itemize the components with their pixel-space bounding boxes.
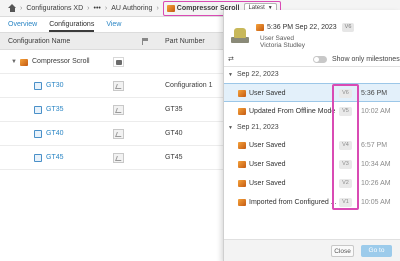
date-group-label: Sep 22, 2023 — [236, 71, 279, 78]
column-header-configuration-name[interactable]: Configuration Name — [8, 33, 70, 51]
part-number: Configuration 1 — [165, 82, 213, 89]
assembly-icon — [238, 199, 246, 206]
chevron-down-icon: ▼ — [228, 72, 233, 78]
close-button[interactable]: Close — [331, 245, 354, 257]
assembly-icon — [256, 24, 264, 31]
version-badge: V6 — [341, 23, 355, 32]
sort-icon[interactable] — [228, 55, 235, 63]
tab-view[interactable]: View — [106, 17, 121, 32]
version-time: 10:26 AM — [361, 180, 391, 187]
model-thumbnail — [113, 57, 124, 67]
breadcrumb-separator-icon: › — [20, 4, 23, 12]
breadcrumb-separator-icon: › — [156, 4, 159, 12]
part-icon — [34, 106, 42, 114]
version-row[interactable]: User Saved V4 6:57 PM — [224, 136, 400, 155]
version-label: User Saved — [249, 142, 286, 149]
milestones-toggle[interactable] — [313, 56, 327, 63]
version-time: 10:34 AM — [361, 161, 391, 168]
version-label: User Saved — [249, 161, 286, 168]
part-number: GT45 — [165, 154, 183, 161]
version-row[interactable]: User Saved V3 10:34 AM — [224, 155, 400, 174]
part-icon — [34, 82, 42, 90]
configuration-name: Compressor Scroll — [32, 58, 90, 65]
date-group-label: Sep 21, 2023 — [236, 124, 279, 131]
part-icon — [34, 154, 42, 162]
chevron-down-icon: ▼ — [228, 125, 233, 131]
panel-save-type: User Saved — [260, 35, 294, 42]
go-to-button[interactable]: Go to — [361, 245, 392, 257]
version-time: 5:36 PM — [361, 90, 388, 97]
assembly-icon — [238, 142, 246, 149]
version-time: 6:57 PM — [361, 142, 388, 149]
image-placeholder-icon — [113, 153, 124, 163]
chevron-down-icon[interactable]: ▼ — [11, 50, 17, 74]
tab-overview[interactable]: Overview — [8, 17, 37, 32]
part-number: GT35 — [165, 106, 183, 113]
panel-header: 5:36 PM Sep 22, 2023 V6 User Saved Victo… — [224, 10, 400, 49]
assembly-icon — [238, 161, 246, 168]
configuration-name-link[interactable]: GT40 — [46, 122, 64, 146]
assembly-icon — [166, 4, 175, 12]
version-time: 10:05 AM — [361, 199, 391, 206]
panel-title-text: 5:36 PM Sep 22, 2023 — [267, 24, 337, 31]
breadcrumb-item-au-authoring[interactable]: AU Authoring — [111, 5, 152, 12]
assembly-icon — [20, 59, 28, 66]
part-number: GT40 — [165, 130, 183, 137]
image-placeholder-icon — [113, 105, 124, 115]
version-label: User Saved — [249, 90, 286, 97]
date-group-header[interactable]: ▼ Sep 22, 2023 — [224, 68, 400, 82]
panel-subtitle: User Saved Victoria Studley — [260, 35, 305, 49]
assembly-icon — [238, 90, 246, 97]
configuration-name-link[interactable]: GT30 — [46, 74, 64, 98]
tab-configurations[interactable]: Configurations — [49, 17, 95, 32]
breadcrumb-more[interactable]: ••• — [94, 5, 101, 12]
version-row[interactable]: Imported from Configured ... V1 10:05 AM — [224, 193, 400, 212]
panel-author: Victoria Studley — [260, 42, 306, 49]
version-label: User Saved — [249, 180, 286, 187]
version-history-panel: 5:36 PM Sep 22, 2023 V6 User Saved Victo… — [223, 10, 400, 261]
version-row[interactable]: Updated From Offline Mode V5 10:02 AM — [224, 102, 400, 121]
home-icon[interactable] — [8, 4, 16, 12]
breadcrumb-separator-icon: › — [87, 4, 90, 12]
image-placeholder-icon — [113, 129, 124, 139]
version-label: Imported from Configured ... — [249, 199, 337, 206]
configuration-name-link[interactable]: GT35 — [46, 98, 64, 122]
assembly-icon — [238, 180, 246, 187]
model-thumbnail — [229, 26, 250, 45]
version-label: Updated From Offline Mode — [249, 108, 336, 115]
panel-title: 5:36 PM Sep 22, 2023 V6 — [256, 23, 355, 32]
configuration-name-link[interactable]: GT45 — [46, 146, 64, 170]
panel-footer: Close Go to — [224, 239, 400, 261]
date-group-header[interactable]: ▼ Sep 21, 2023 — [224, 121, 400, 135]
column-header-part-number[interactable]: Part Number — [165, 33, 205, 51]
version-row[interactable]: User Saved V2 10:26 AM — [224, 174, 400, 193]
version-column-highlight — [332, 84, 359, 210]
breadcrumb-separator-icon: › — [104, 4, 108, 12]
version-row[interactable]: User Saved V6 5:36 PM — [224, 83, 400, 102]
version-time: 10:02 AM — [361, 108, 391, 115]
breadcrumb-item-configurations-xd[interactable]: Configurations XD — [26, 5, 83, 12]
image-placeholder-icon — [113, 81, 124, 91]
panel-toolbar: Show only milestones — [224, 53, 400, 67]
milestones-toggle-label: Show only milestones — [332, 56, 400, 63]
part-icon — [34, 130, 42, 138]
flag-icon — [142, 38, 149, 45]
assembly-icon — [238, 108, 246, 115]
